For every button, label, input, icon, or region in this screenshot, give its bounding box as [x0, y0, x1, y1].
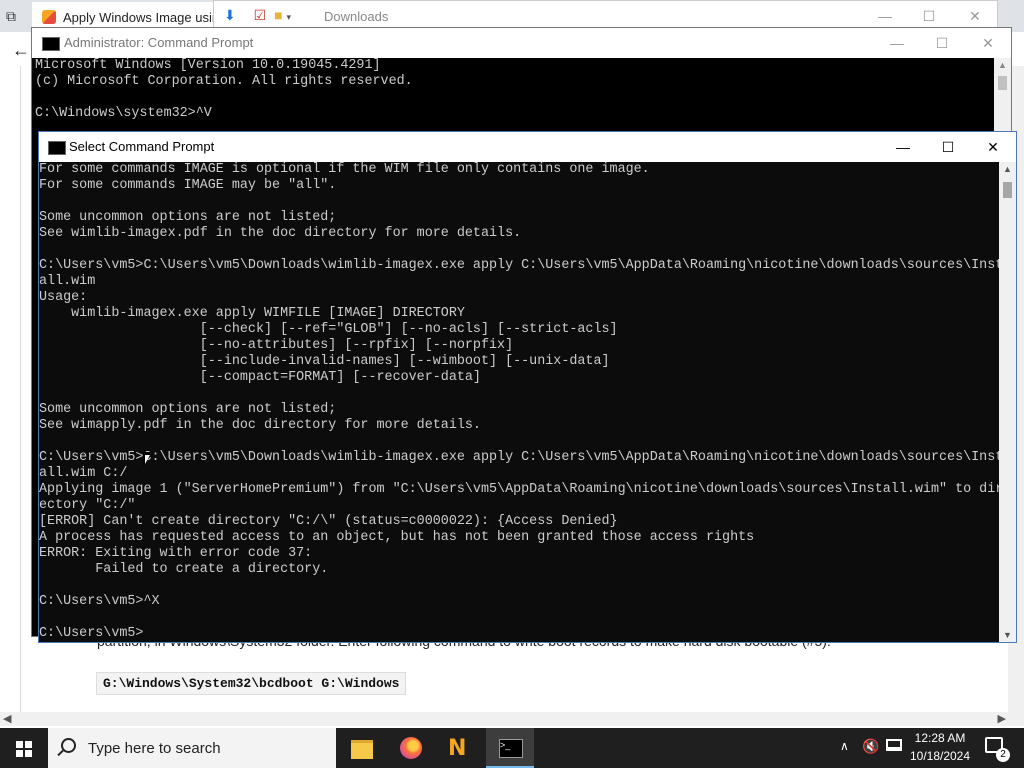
clock-time[interactable]: 12:28 AM [910, 731, 970, 745]
close-button[interactable]: ✕ [970, 132, 1016, 162]
code-snippet: G:\Windows\System32\bcdboot G:\Windows [96, 672, 407, 695]
taskbar: Type here to search N >_ ∧ 🔇 12:28 AM 10… [0, 728, 1024, 768]
scroll-up-icon[interactable]: ▲ [998, 60, 1007, 70]
vertical-scrollbar[interactable]: ▲ ▼ [999, 162, 1016, 642]
start-button[interactable] [0, 728, 48, 768]
show-hidden-icons-chevron-icon[interactable]: ∧ [840, 739, 849, 753]
chevron-down-icon[interactable]: ▾ [286, 12, 291, 22]
notification-count-badge: 2 [996, 748, 1010, 762]
page-horizontal-scrollbar[interactable]: ◀ ▶ [0, 712, 1024, 726]
taskbar-search-box[interactable]: Type here to search [48, 728, 336, 768]
close-button[interactable]: ✕ [965, 28, 1011, 58]
scroll-right-icon[interactable]: ▶ [998, 712, 1006, 725]
scrollbar-thumb[interactable] [1003, 182, 1012, 198]
volume-muted-icon[interactable]: 🔇 [862, 738, 879, 755]
firefox-icon [400, 737, 422, 759]
properties-icon[interactable]: ☑ [254, 7, 267, 23]
site-favicon-icon [42, 10, 56, 24]
taskbar-command-prompt[interactable]: >_ [486, 728, 534, 768]
search-icon [61, 738, 76, 753]
search-placeholder: Type here to search [88, 740, 221, 757]
mouse-pointer-fill [145, 455, 155, 464]
network-icon[interactable] [886, 739, 902, 751]
tab-actions-icon[interactable]: ⧉ [6, 8, 24, 24]
minimize-button[interactable]: — [880, 132, 926, 162]
browser-tab-title: Apply Windows Image using [63, 10, 227, 25]
title-bar[interactable]: Administrator: Command Prompt — ☐ ✕ [32, 28, 1011, 58]
window-title: Select Command Prompt [69, 139, 215, 154]
nicotine-icon: N [448, 736, 467, 761]
minimize-button[interactable]: — [874, 28, 920, 58]
taskbar-nicotine[interactable]: N [436, 728, 484, 768]
maximize-button[interactable]: ☐ [919, 28, 965, 58]
console-icon [42, 37, 60, 51]
taskbar-firefox[interactable] [387, 728, 435, 768]
back-arrow-icon[interactable]: ← [12, 40, 30, 61]
maximize-button[interactable]: ☐ [925, 132, 971, 162]
console-icon: >_ [499, 739, 523, 758]
select-command-prompt-window[interactable]: Select Command Prompt — ☐ ✕ For some com… [38, 131, 1017, 643]
clock-date[interactable]: 10/18/2024 [906, 749, 974, 763]
console-output[interactable]: For some commands IMAGE is optional if t… [39, 162, 999, 642]
quick-access-toolbar: ⬇ ☑ ■ ▾ [224, 7, 291, 24]
console-output[interactable]: Microsoft Windows [Version 10.0.19045.42… [35, 58, 413, 122]
title-bar[interactable]: Select Command Prompt — ☐ ✕ [39, 132, 1016, 162]
windows-logo-icon [16, 741, 32, 757]
console-icon [48, 141, 66, 155]
folder-icon[interactable]: ■ [274, 7, 282, 23]
scroll-up-icon[interactable]: ▲ [1003, 164, 1012, 174]
scroll-down-icon[interactable]: ▼ [1003, 630, 1012, 640]
download-arrow-icon[interactable]: ⬇ [224, 7, 236, 23]
taskbar-file-explorer[interactable] [338, 728, 386, 768]
scroll-left-icon[interactable]: ◀ [3, 712, 11, 725]
explorer-title: Downloads [324, 9, 389, 24]
folder-icon [351, 740, 373, 759]
scrollbar-thumb[interactable] [998, 76, 1007, 90]
window-title: Administrator: Command Prompt [64, 35, 254, 50]
